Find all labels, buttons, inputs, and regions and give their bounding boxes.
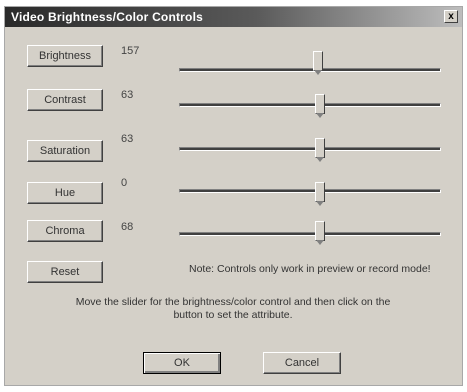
reset-button[interactable]: Reset: [27, 261, 103, 283]
brightness-value: 157: [121, 45, 140, 57]
chroma-value: 68: [121, 221, 134, 233]
hue-value: 0: [121, 177, 128, 189]
chroma-slider-thumb[interactable]: [315, 221, 325, 245]
instructions-text: Move the slider for the brightness/color…: [75, 296, 391, 321]
ok-button[interactable]: OK: [143, 352, 221, 374]
saturation-slider-thumb[interactable]: [315, 138, 325, 162]
window-title: Video Brightness/Color Controls: [11, 10, 203, 24]
saturation-value: 63: [121, 133, 134, 145]
brightness-button[interactable]: Brightness: [27, 45, 103, 67]
contrast-value: 63: [121, 89, 134, 101]
title-bar[interactable]: Video Brightness/Color Controls x: [5, 7, 462, 27]
close-button[interactable]: x: [444, 10, 458, 23]
contrast-slider-track[interactable]: [179, 94, 441, 118]
brightness-slider-track[interactable]: [179, 51, 441, 75]
chroma-button[interactable]: Chroma: [27, 220, 103, 242]
video-controls-dialog: Video Brightness/Color Controls x Bright…: [4, 6, 463, 386]
saturation-slider-track[interactable]: [179, 138, 441, 162]
hue-slider-thumb[interactable]: [315, 182, 325, 206]
brightness-slider-thumb[interactable]: [313, 51, 323, 75]
controls-note: Note: Controls only work in preview or r…: [189, 263, 431, 275]
hue-button[interactable]: Hue: [27, 182, 103, 204]
cancel-button[interactable]: Cancel: [263, 352, 341, 374]
saturation-button[interactable]: Saturation: [27, 140, 103, 162]
hue-slider-track[interactable]: [179, 182, 441, 206]
contrast-button[interactable]: Contrast: [27, 89, 103, 111]
chroma-slider-track[interactable]: [179, 221, 441, 245]
contrast-slider-thumb[interactable]: [315, 94, 325, 118]
